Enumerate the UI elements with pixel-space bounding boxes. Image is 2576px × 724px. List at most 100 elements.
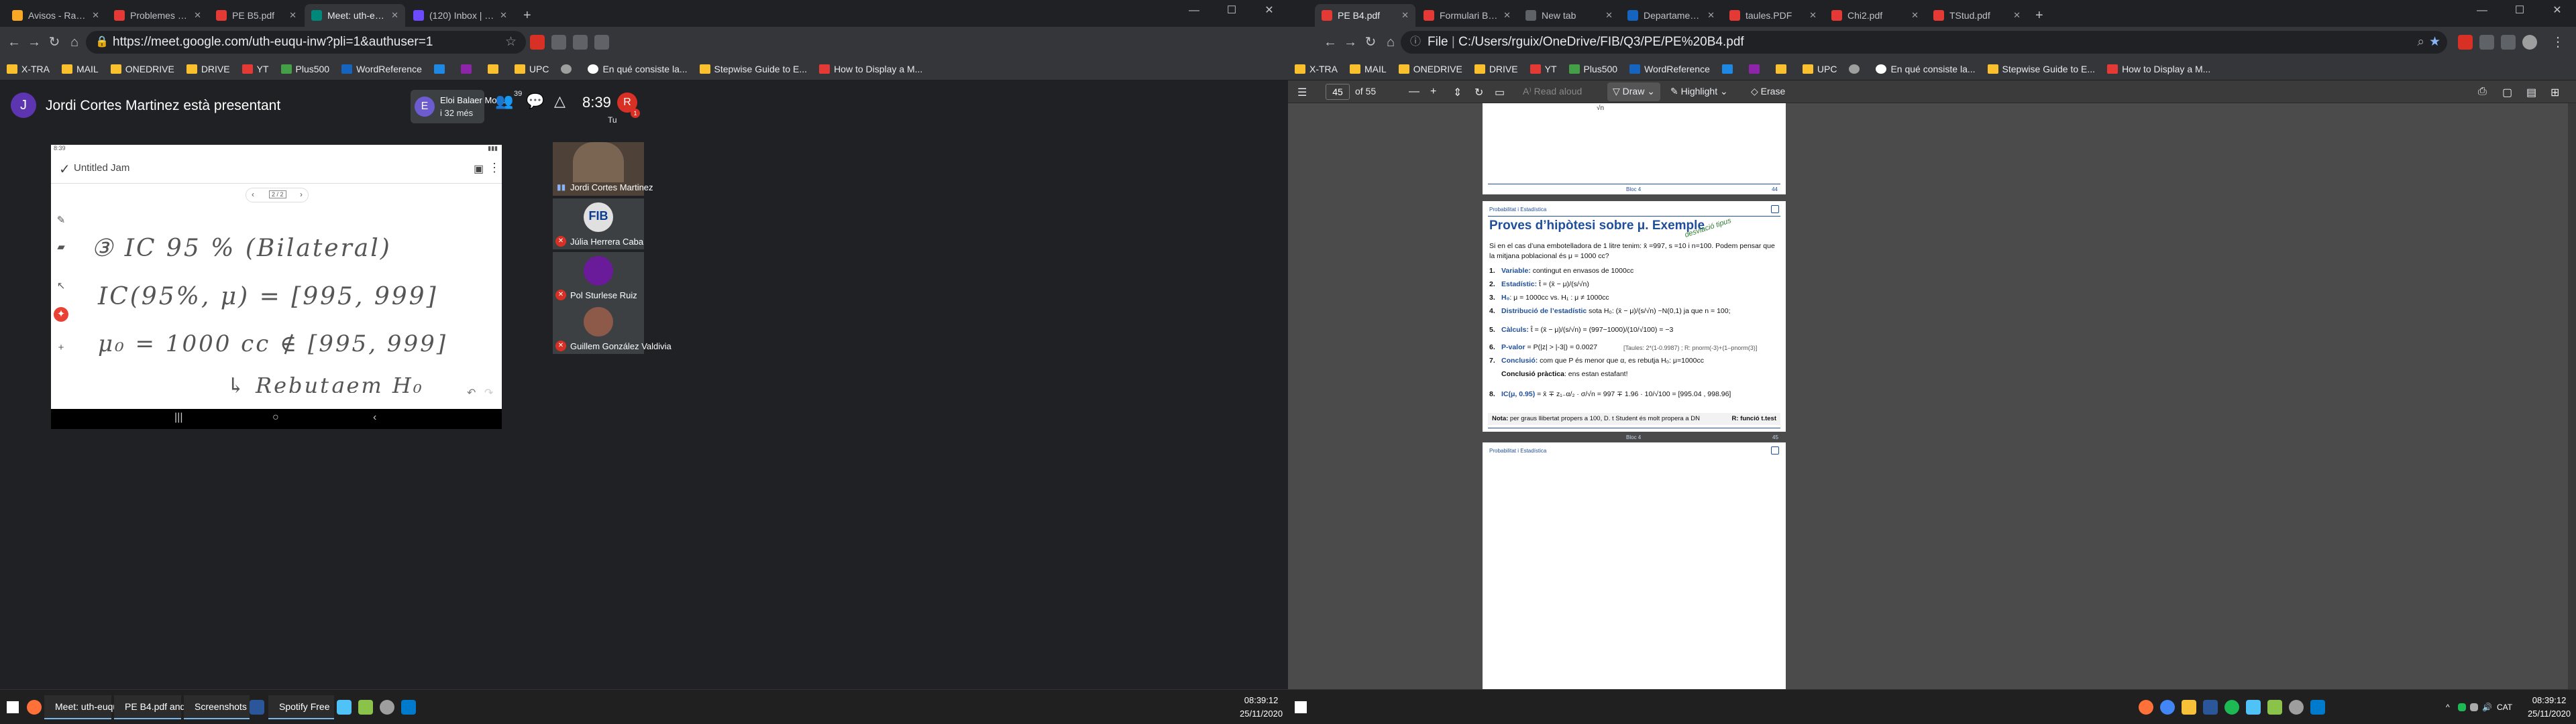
participant-tile[interactable]: ✕ Guillem González Valdivia [553, 303, 672, 354]
bookmark[interactable]: Plus500 [280, 64, 329, 74]
extension-icon[interactable] [2479, 35, 2494, 50]
view-icon[interactable]: ▭ [1495, 86, 1505, 99]
close-icon[interactable]: ✕ [1809, 10, 1817, 21]
bookmark[interactable] [1721, 64, 1737, 74]
close-icon[interactable]: ✕ [92, 10, 99, 21]
save-as-icon[interactable]: ▤ [2526, 86, 2536, 99]
maximize-icon[interactable]: ☐ [1213, 0, 1250, 21]
more-icon[interactable]: ⋮ [488, 161, 500, 175]
participant-tile[interactable]: FIB ✕ Júlia Herrera Caba [553, 198, 644, 249]
android-back-icon[interactable]: ‹ [373, 412, 376, 424]
highlight-button[interactable]: ✎ Highlight ⌄ [1670, 86, 1728, 97]
extension-icon[interactable] [2458, 35, 2473, 50]
tab-inbox[interactable]: (120) Inbox | rguixaro@protonm...✕ [407, 4, 514, 27]
bookmark[interactable]: UPC [514, 64, 549, 74]
draw-button[interactable]: ▽ Draw ⌄ [1607, 82, 1660, 101]
bookmark[interactable] [1775, 64, 1790, 74]
bookmark[interactable]: Stepwise Guide to E... [699, 64, 807, 74]
extension-icon[interactable] [551, 35, 566, 50]
bookmark[interactable]: En qué consiste la... [588, 64, 688, 74]
close-icon[interactable]: ✕ [1401, 10, 1409, 21]
tab-chi2[interactable]: Chi2.pdf ✕ [1825, 4, 1925, 27]
taskbar-item-spotify[interactable]: Spotify Free [268, 695, 334, 719]
taskbar-item-screenshots[interactable]: Screenshots [184, 695, 250, 719]
back-icon[interactable]: ← [1322, 34, 1339, 51]
close-window-icon[interactable]: ✕ [1250, 0, 1288, 21]
close-icon[interactable]: ✕ [500, 10, 507, 21]
star-icon[interactable]: ☆ [505, 31, 517, 54]
tab-taules[interactable]: taules.PDF ✕ [1723, 4, 1823, 27]
home-icon[interactable]: ⌂ [1382, 34, 1399, 51]
network-icon[interactable] [2470, 695, 2483, 719]
read-aloud-button[interactable]: A⁾ Read aloud [1523, 86, 1582, 97]
bookmark[interactable]: Stepwise Guide to E... [1987, 64, 2095, 74]
add-icon[interactable]: + [54, 341, 68, 355]
pen-icon[interactable]: ✎ [54, 213, 68, 228]
new-tab-button[interactable]: + [517, 4, 537, 27]
jam-canvas[interactable]: ③ IC 95 % (Bilateral) IC(95%, μ) = [995,… [71, 184, 487, 393]
chrome-icon[interactable] [2160, 695, 2180, 719]
maximize-icon[interactable]: ☐ [2501, 0, 2538, 21]
new-tab-button[interactable]: + [2029, 4, 2049, 27]
select-icon[interactable]: ↖ [54, 279, 68, 294]
marker-icon[interactable]: ▰ [54, 240, 68, 255]
minimize-icon[interactable]: — [1175, 0, 1213, 21]
tray-app-icon[interactable] [2458, 695, 2471, 719]
app-icon[interactable] [2246, 695, 2266, 719]
contents-icon[interactable]: ☰ [1297, 86, 1307, 99]
zoom-in-icon[interactable]: + [1430, 86, 1436, 98]
word-icon[interactable] [250, 695, 270, 719]
print-icon[interactable]: ⎙ [2478, 86, 2487, 98]
people-icon[interactable]: 👥 [495, 93, 513, 110]
tray-chevron-icon[interactable]: ^ [2446, 695, 2450, 719]
page-number-input[interactable]: 45 [1326, 84, 1350, 100]
forward-icon[interactable]: → [1342, 34, 1359, 51]
redo-icon[interactable]: ↷ [484, 386, 493, 400]
bookmark[interactable]: MAIL [1350, 64, 1387, 74]
extension-icon[interactable] [530, 35, 545, 50]
undo-icon[interactable]: ↶ [467, 386, 476, 400]
bookmark[interactable]: UPC [1802, 64, 1837, 74]
vscode-icon[interactable] [401, 695, 421, 719]
bookmark[interactable]: DRIVE [1474, 64, 1518, 74]
gear-icon[interactable] [380, 695, 400, 719]
zoom-out-icon[interactable]: — [1409, 86, 1419, 98]
firefox-icon[interactable] [2139, 695, 2159, 719]
app-icon[interactable] [358, 695, 378, 719]
tab-pe-b5[interactable]: PE B5.pdf ✕ [209, 4, 303, 27]
word-icon[interactable] [2203, 695, 2223, 719]
reload-icon[interactable]: ↻ [46, 34, 63, 51]
forward-icon[interactable]: → [25, 34, 43, 51]
tab-pe-b4[interactable]: PE B4.pdf ✕ [1315, 4, 1415, 27]
address-bar[interactable]: ⓘ File | C:/Users/rguix/OneDrive/FIB/Q3/P… [1401, 31, 2447, 54]
tab-problemes[interactable]: Problemes B4.pdf✕ [107, 4, 208, 27]
zoom-icon[interactable]: ⌕ [2417, 31, 2424, 54]
bookmark[interactable]: X-TRA [7, 64, 50, 74]
folder-icon[interactable] [2182, 695, 2202, 719]
address-bar[interactable]: 🔒 https://meet.google.com/uth-euqu-inw?pl… [86, 31, 526, 54]
bookmark[interactable]: YT [1529, 64, 1557, 74]
save-icon[interactable]: ▢ [2502, 86, 2512, 99]
activities-icon[interactable]: △ [554, 93, 566, 110]
bookmark[interactable]: DRIVE [186, 64, 230, 74]
volume-icon[interactable]: 🔊 [2482, 695, 2492, 719]
bookmark[interactable]: ONEDRIVE [110, 64, 174, 74]
close-icon[interactable]: ✕ [1911, 10, 1919, 21]
more-icon[interactable]: ⋮ [2549, 34, 2567, 51]
tab-formulari[interactable]: Formulari B4-B6.pdf✕ [1417, 4, 1517, 27]
bookmark[interactable] [487, 64, 502, 74]
participant-tile[interactable]: ✕ Pol Sturlese Ruiz [553, 252, 644, 303]
extension-icon[interactable] [2501, 35, 2516, 50]
chat-icon[interactable]: 💬 [526, 93, 544, 110]
taskbar-item-edge[interactable]: PE B4.pdf and 6 mo... [114, 695, 217, 719]
bookmark[interactable] [460, 64, 476, 74]
close-icon[interactable]: ✕ [391, 10, 398, 21]
tab-new[interactable]: New tab ✕ [1519, 4, 1619, 27]
check-icon[interactable]: ✓ [59, 161, 70, 178]
scrollbar[interactable] [2568, 103, 2576, 689]
close-icon[interactable]: ✕ [1503, 10, 1511, 21]
close-icon[interactable]: ✕ [194, 10, 201, 21]
start-icon[interactable] [1295, 695, 1312, 719]
android-home-icon[interactable]: ○ [272, 412, 279, 424]
start-icon[interactable] [7, 695, 24, 719]
